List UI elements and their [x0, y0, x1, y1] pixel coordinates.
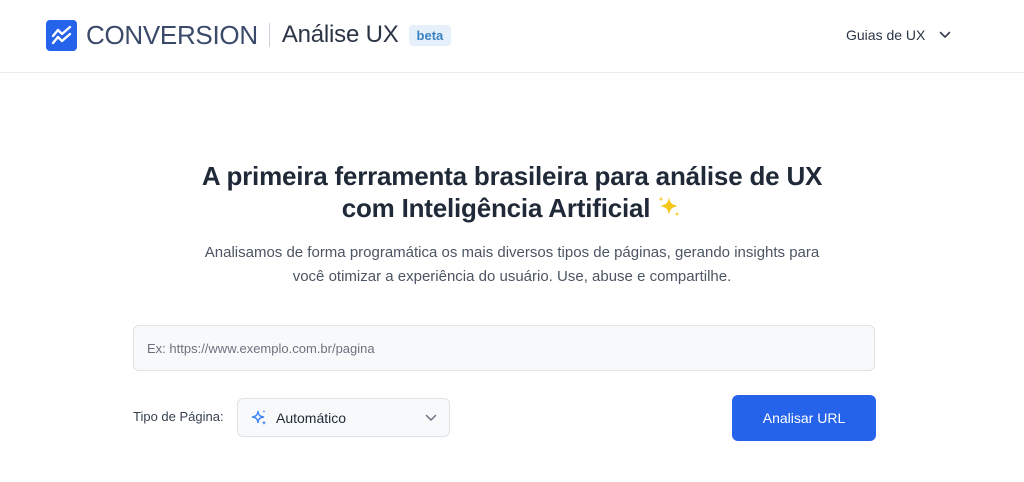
- hero-subtitle: Analisamos de forma programática os mais…: [150, 241, 874, 289]
- hero-title-line-1: A primeira ferramenta brasileira para an…: [201, 161, 823, 191]
- chevron-down-icon: [939, 31, 951, 39]
- hero-subtitle-line-2: você otimizar a experiência do usuário. …: [292, 268, 732, 285]
- guides-menu[interactable]: Guias de UX: [846, 24, 951, 46]
- hero-title-line-2: com Inteligência Artificial: [341, 193, 651, 223]
- hero-title: A primeira ferramenta brasileira para an…: [112, 160, 912, 227]
- chart-line-icon: [46, 19, 77, 51]
- sparkles-icon: [656, 194, 682, 227]
- chevron-down-icon: [425, 414, 437, 422]
- product-name: Análise UX: [281, 21, 399, 48]
- analyze-url-button[interactable]: Analisar URL: [732, 395, 876, 441]
- page-type-value: Automático: [276, 409, 347, 426]
- sparkles-icon: [250, 409, 268, 427]
- top-header: CONVERSION Análise UX beta Guias de UX: [0, 0, 1024, 73]
- page-type-label: Tipo de Página:: [133, 409, 224, 424]
- url-input[interactable]: [133, 325, 875, 371]
- page-type-select[interactable]: Automático: [237, 398, 450, 437]
- beta-badge: beta: [408, 24, 452, 46]
- brand[interactable]: CONVERSION Análise UX beta: [46, 18, 452, 52]
- brand-divider: [268, 23, 270, 47]
- hero-subtitle-line-1: Analisamos de forma programática os mais…: [204, 244, 820, 261]
- brand-name: CONVERSION: [86, 19, 258, 50]
- guides-menu-label: Guias de UX: [846, 27, 926, 43]
